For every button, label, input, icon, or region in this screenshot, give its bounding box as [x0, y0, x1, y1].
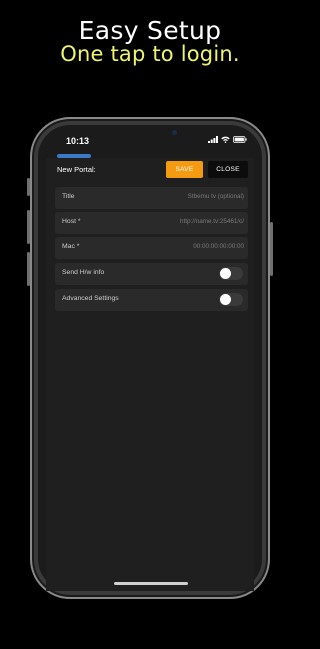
host-field-label: Host * — [62, 218, 81, 225]
wifi-icon — [221, 136, 230, 143]
advanced-settings-label: Advanced Settings — [62, 295, 119, 302]
mac-field-label: Mac * — [62, 243, 80, 250]
status-icons — [208, 136, 247, 143]
host-field-placeholder: http://name.tv:25461/c/ — [179, 218, 244, 225]
send-hw-info-toggle[interactable] — [219, 267, 243, 280]
host-field[interactable]: Host * http://name.tv:25461/c/ — [55, 212, 248, 234]
form-title: New Portal: — [57, 165, 96, 174]
send-hw-info-label: Send H/w info — [62, 269, 105, 276]
home-indicator[interactable] — [114, 582, 188, 585]
advanced-settings-row: Advanced Settings — [55, 289, 248, 311]
front-camera-icon — [172, 130, 177, 135]
title-field[interactable]: Title Stbemu tv (optional) — [55, 187, 248, 209]
sheet-accent-bar — [57, 154, 91, 158]
toggle-knob — [220, 268, 231, 279]
battery-icon — [233, 136, 247, 143]
advanced-settings-toggle[interactable] — [219, 293, 243, 306]
title-field-label: Title — [62, 193, 75, 200]
close-button[interactable]: CLOSE — [208, 161, 248, 178]
phone-power-button — [270, 222, 273, 276]
send-hw-info-row: Send H/w info — [55, 263, 248, 285]
headline-sub: One tap to login. — [60, 42, 240, 66]
status-time: 10:13 — [66, 136, 90, 146]
headline-main: Easy Setup — [78, 16, 222, 45]
save-button[interactable]: SAVE — [166, 161, 203, 178]
title-field-placeholder: Stbemu tv (optional) — [187, 193, 244, 200]
signal-icon — [208, 136, 218, 143]
toggle-knob — [220, 294, 231, 305]
mac-field[interactable]: Mac * 00:00:00:00:00:00 — [55, 237, 248, 259]
mac-field-value: 00:00:00:00:00:00 — [193, 243, 244, 250]
